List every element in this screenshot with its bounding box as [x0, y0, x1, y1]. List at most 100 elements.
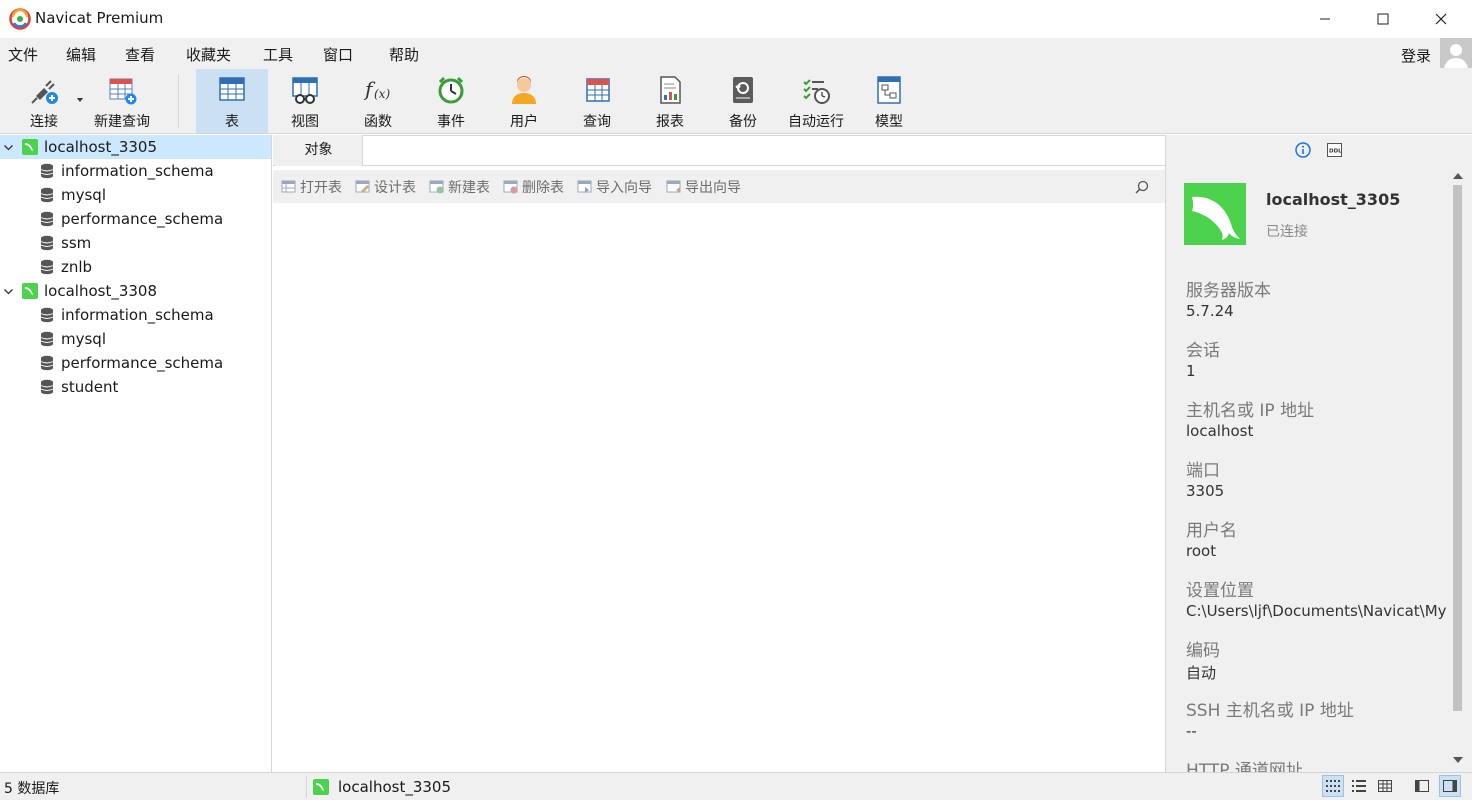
plug-icon [31, 80, 58, 104]
tree-db-information-schema[interactable]: information_schema [0, 303, 271, 327]
ddl-icon[interactable]: DDL [1327, 143, 1342, 157]
info-field-label: 用户名 [1186, 521, 1237, 541]
info-field-value: 1 [1186, 362, 1196, 380]
chevron-down-icon[interactable] [4, 143, 13, 152]
avatar[interactable] [1440, 38, 1472, 70]
export-icon [666, 180, 681, 193]
info-field-label: 会话 [1186, 341, 1220, 361]
report-button[interactable]: 报表 [634, 69, 706, 133]
login-link[interactable]: 登录 [1401, 45, 1431, 66]
schedule-icon [803, 79, 830, 104]
new-query-button[interactable]: 新建查询 [86, 69, 158, 133]
tree-connection-localhost-3308[interactable]: localhost_3308 [0, 279, 271, 303]
view-label: 视图 [291, 114, 319, 130]
model-icon [877, 76, 901, 104]
menu-edit[interactable]: 编辑 [66, 44, 96, 65]
scroll-up-icon[interactable] [1453, 173, 1463, 179]
table-label: 表 [225, 114, 239, 130]
list-view-button[interactable] [1348, 775, 1370, 797]
minimize-icon [1320, 18, 1330, 20]
tree-db-information-schema[interactable]: information_schema [0, 159, 271, 183]
object-toolbar: 打开表 设计表 新建表 删除表 导入向导 导出向导 [273, 170, 1165, 203]
info-panel: DDL localhost_3305 已连接 服务器版本 5.7.24 会话 1… [1165, 135, 1472, 772]
toolbar-separator [178, 74, 179, 128]
object-pane: 对象 打开表 设计表 新建表 删除表 导入向导 导出向导 [273, 135, 1165, 772]
tree-db-performance-schema[interactable]: performance_schema [0, 351, 271, 375]
status-separator [306, 776, 307, 798]
tree-connection-label: localhost_3305 [44, 138, 158, 156]
report-label: 报表 [656, 114, 684, 130]
close-icon [1435, 13, 1447, 25]
grid-view-button[interactable] [1322, 775, 1344, 797]
connect-button[interactable]: 连接 [8, 69, 80, 133]
open-table-icon [281, 180, 296, 193]
view-button[interactable]: 视图 [269, 69, 341, 133]
backup-label: 备份 [729, 114, 757, 130]
design-table-icon [355, 180, 370, 193]
scroll-down-icon[interactable] [1453, 757, 1463, 763]
query-button[interactable]: 查询 [561, 69, 633, 133]
new-query-icon [109, 78, 137, 105]
database-icon [40, 187, 54, 203]
tree-db-label: student [61, 378, 119, 396]
minimize-button[interactable] [1296, 0, 1354, 38]
new-table-icon [429, 180, 444, 194]
info-field-label: HTTP 通道网址 [1186, 761, 1303, 772]
tree-db-student[interactable]: student [0, 375, 271, 399]
tree-db-label: znlb [61, 258, 93, 276]
table-button[interactable]: 表 [196, 69, 268, 133]
info-field-label: SSH 主机名或 IP 地址 [1186, 701, 1354, 721]
mysql-connection-icon [22, 283, 38, 299]
info-panel-tabs: DDL [1166, 135, 1472, 165]
schedule-button[interactable]: 自动运行 [780, 69, 852, 133]
chevron-down-icon[interactable] [4, 287, 13, 296]
menu-help[interactable]: 帮助 [389, 44, 419, 65]
menu-window[interactable]: 窗口 [323, 44, 353, 65]
tree-connection-localhost-3305[interactable]: localhost_3305 [0, 135, 271, 159]
tree-db-performance-schema[interactable]: performance_schema [0, 207, 271, 231]
import-wizard-label: 导入向导 [596, 180, 652, 196]
scroll-thumb[interactable] [1453, 185, 1462, 711]
close-button[interactable] [1412, 0, 1470, 38]
menu-file[interactable]: 文件 [8, 44, 38, 65]
detail-view-icon [1378, 780, 1392, 792]
tree-db-mysql[interactable]: mysql [0, 183, 271, 207]
toggle-right-pane-button[interactable] [1439, 775, 1461, 797]
maximize-button[interactable] [1354, 0, 1412, 38]
info-field-value: 3305 [1186, 482, 1225, 500]
info-field-value: 自动 [1186, 664, 1217, 682]
model-button[interactable]: 模型 [853, 69, 925, 133]
main-toolbar: 连接 新建查询 表 视图 f (x) 函数 事件 用户 查询 报表 备份 自动运… [0, 68, 1472, 134]
tree-db-mysql[interactable]: mysql [0, 327, 271, 351]
list-view-icon [1352, 780, 1366, 792]
user-label: 用户 [510, 114, 538, 130]
connect-dropdown-arrow[interactable] [77, 98, 83, 102]
info-icon[interactable] [1295, 142, 1311, 158]
info-field-label: 设置位置 [1186, 581, 1254, 601]
info-scrollbar[interactable] [1450, 165, 1467, 772]
event-button[interactable]: 事件 [415, 69, 487, 133]
tree-db-label: information_schema [61, 162, 214, 180]
database-icon [40, 379, 54, 395]
status-bar: 5 数据库 localhost_3305 [0, 772, 1472, 800]
tab-objects[interactable]: 对象 [275, 135, 363, 166]
user-icon [512, 76, 536, 104]
left-pane-icon [1415, 780, 1429, 792]
mysql-dolphin-icon [1184, 183, 1246, 245]
info-field-value: -- [1186, 722, 1197, 740]
backup-button[interactable]: 备份 [707, 69, 779, 133]
user-button[interactable]: 用户 [488, 69, 560, 133]
detail-view-button[interactable] [1374, 775, 1396, 797]
export-wizard-label: 导出向导 [685, 180, 741, 196]
tree-db-ssm[interactable]: ssm [0, 231, 271, 255]
menu-view[interactable]: 查看 [125, 44, 155, 65]
model-label: 模型 [875, 114, 903, 130]
menu-tools[interactable]: 工具 [263, 44, 293, 65]
toggle-left-pane-button[interactable] [1411, 775, 1433, 797]
info-connection-status: 已连接 [1266, 224, 1308, 240]
function-icon: f (x) [363, 77, 390, 101]
function-button[interactable]: f (x) 函数 [342, 69, 414, 133]
search-icon[interactable] [1134, 179, 1150, 195]
tree-db-znlb[interactable]: znlb [0, 255, 271, 279]
menu-favorites[interactable]: 收藏夹 [186, 44, 231, 65]
